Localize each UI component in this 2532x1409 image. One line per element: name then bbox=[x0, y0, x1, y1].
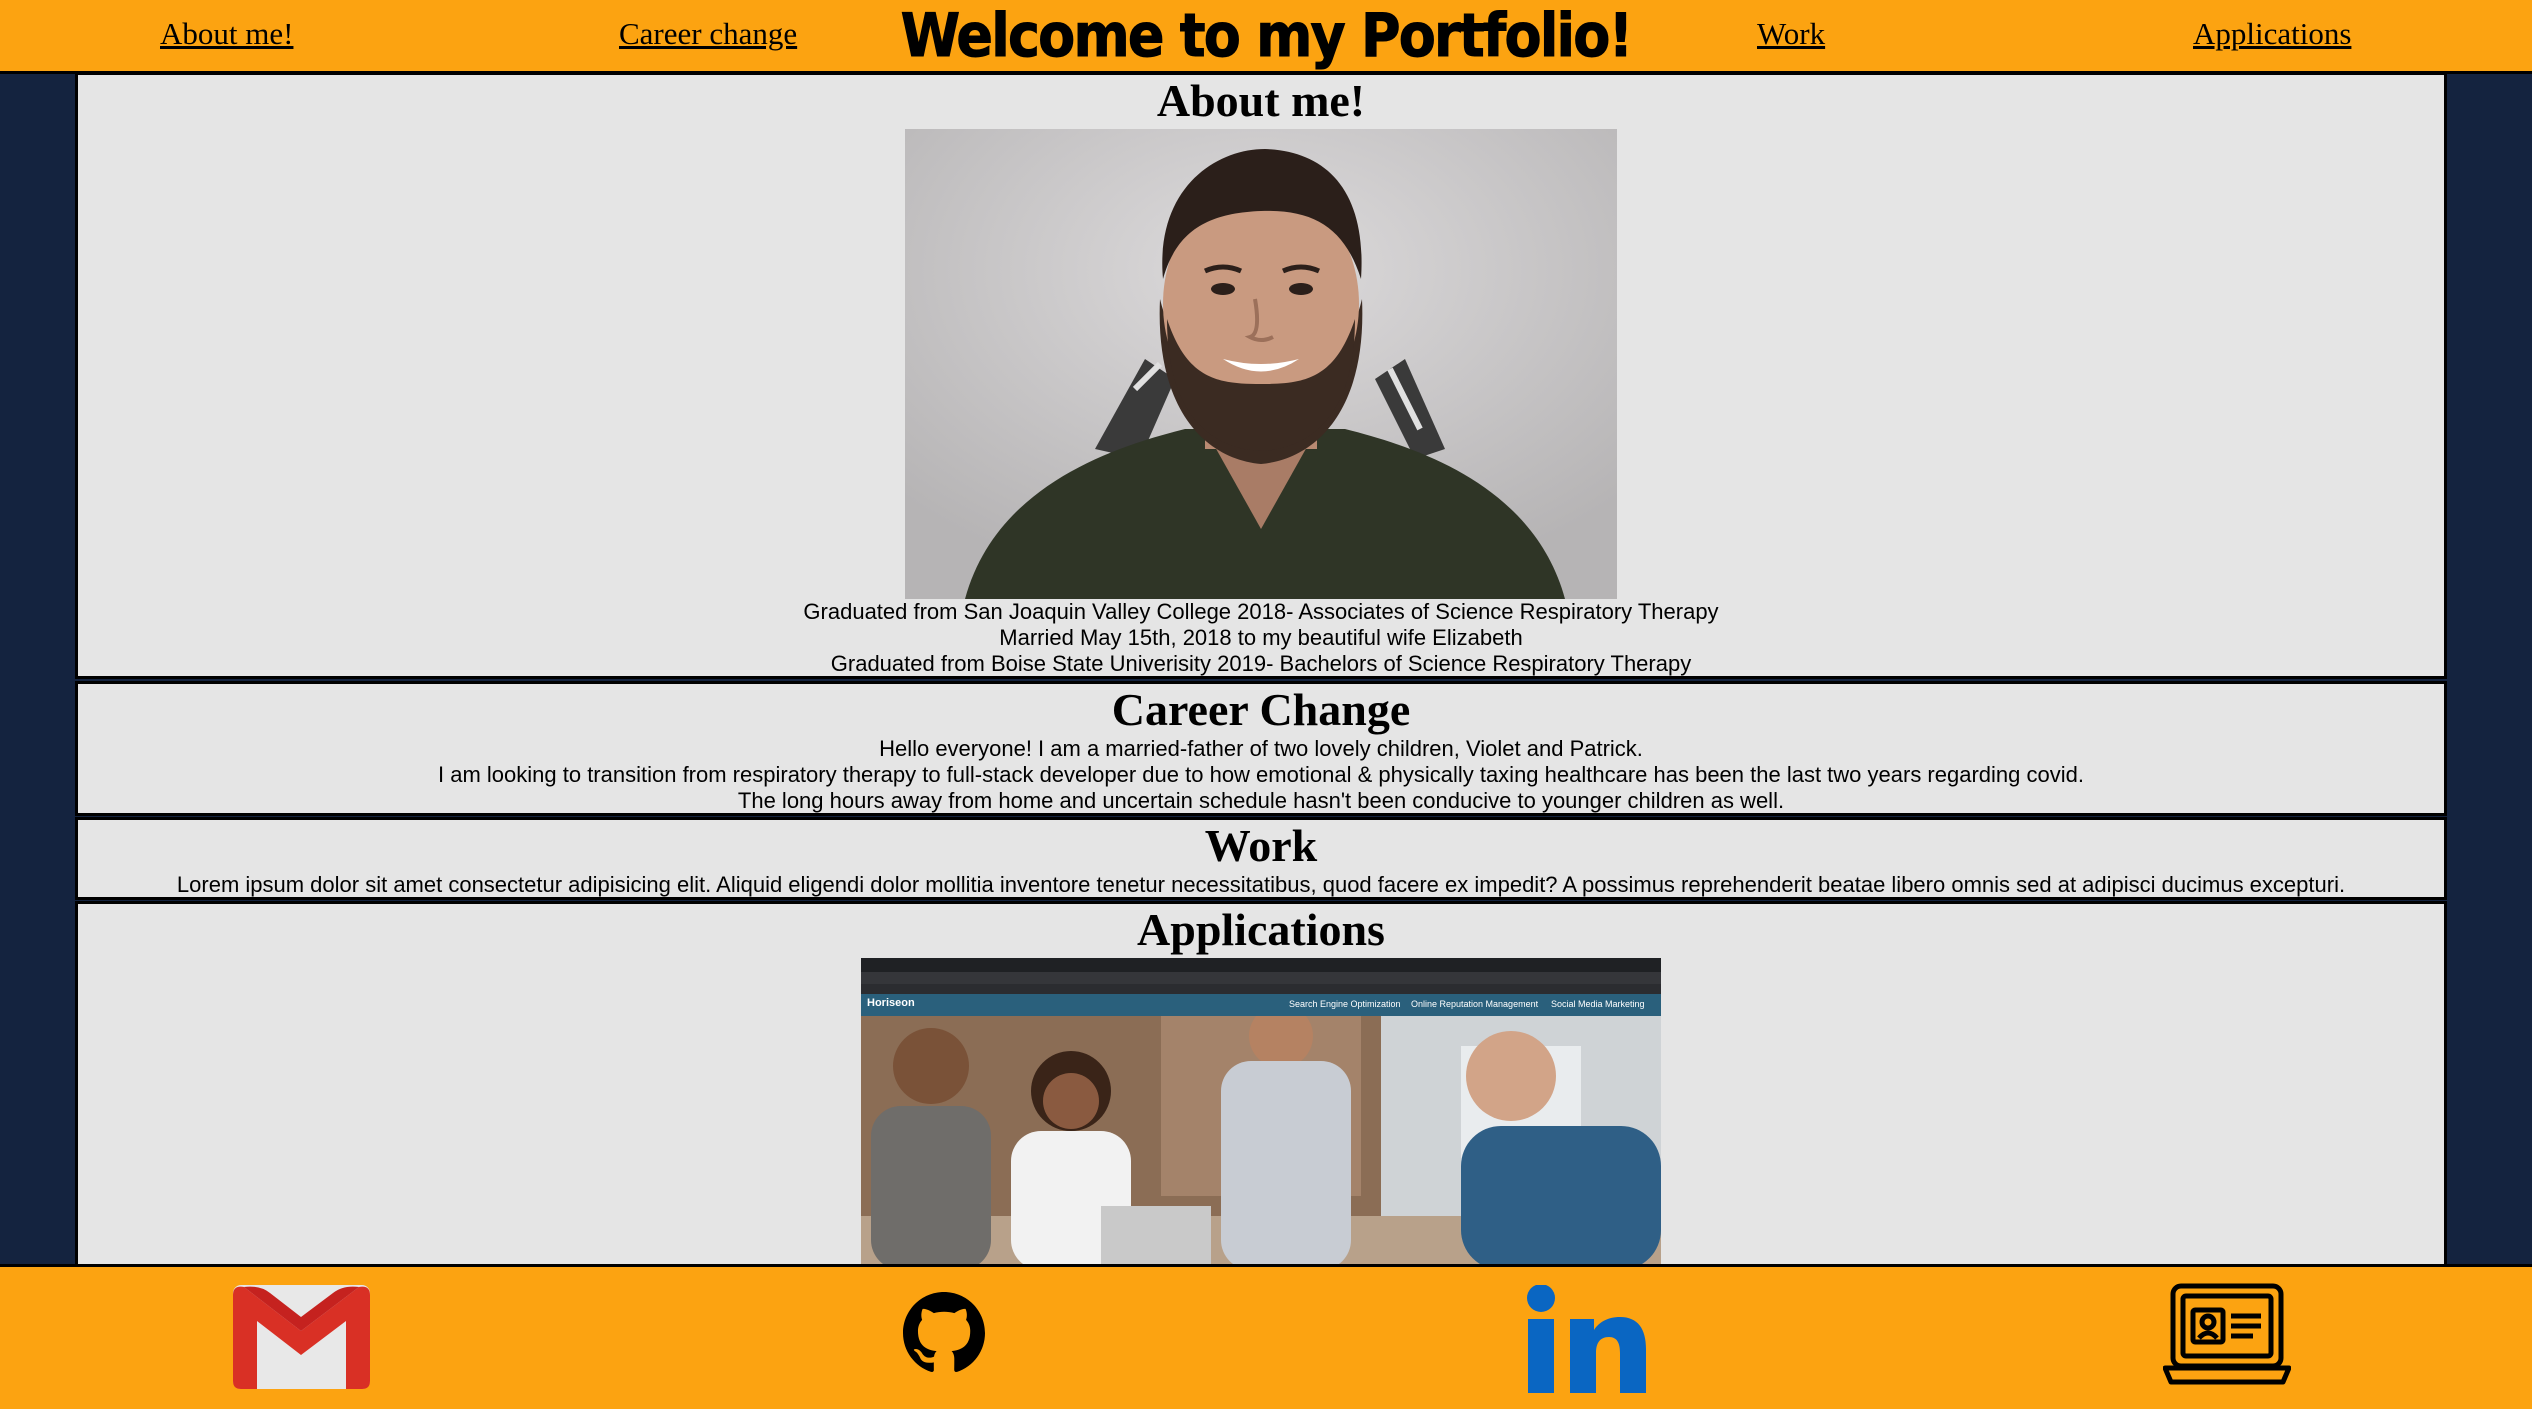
career-section: Career Change Hello everyone! I am a mar… bbox=[75, 681, 2447, 816]
about-heading: About me! bbox=[1156, 75, 1366, 126]
career-line: Hello everyone! I am a married-father of… bbox=[879, 736, 1643, 761]
app-brand: Horiseon bbox=[867, 997, 915, 1009]
applications-section: Applications Horiseon Search Engine Opti… bbox=[75, 901, 2447, 1271]
github-icon[interactable] bbox=[903, 1292, 985, 1379]
about-line: Married May 15th, 2018 to my beautiful w… bbox=[999, 625, 1523, 650]
career-line: I am looking to transition from respirat… bbox=[438, 762, 2084, 787]
top-nav: About me! Career change Welcome to my Po… bbox=[0, 0, 2532, 74]
footer bbox=[0, 1264, 2532, 1409]
site-title: Welcome to my Portfolio! bbox=[900, 1, 1634, 71]
browser-tab-bar bbox=[861, 958, 1661, 972]
app-nav-item: Social Media Marketing bbox=[1551, 999, 1645, 1009]
about-line: Graduated from San Joaquin Valley Colleg… bbox=[803, 599, 1719, 624]
gmail-icon[interactable] bbox=[233, 1285, 370, 1394]
nav-link-applications[interactable]: Applications bbox=[2193, 16, 2351, 52]
work-section: Work Lorem ipsum dolor sit amet consecte… bbox=[75, 817, 2447, 900]
about-section: About me! Graduated from San Joaquin Val… bbox=[75, 72, 2447, 679]
nav-link-work[interactable]: Work bbox=[1757, 16, 1825, 52]
career-line: The long hours away from home and uncert… bbox=[737, 788, 1785, 813]
portrait-illustration bbox=[905, 129, 1617, 599]
application-screenshot[interactable]: Horiseon Search Engine Optimization Onli… bbox=[861, 958, 1661, 1268]
career-heading: Career Change bbox=[1111, 684, 1411, 735]
app-site-header: Horiseon Search Engine Optimization Onli… bbox=[861, 994, 1661, 1016]
work-heading: Work bbox=[1204, 820, 1318, 871]
work-text: Lorem ipsum dolor sit amet consectetur a… bbox=[176, 872, 2346, 897]
browser-address-bar bbox=[861, 972, 1661, 984]
browser-bookmarks-bar bbox=[861, 984, 1661, 994]
app-hero-image bbox=[861, 1016, 1661, 1268]
app-nav-item: Online Reputation Management bbox=[1411, 999, 1539, 1009]
linkedin-icon[interactable] bbox=[1526, 1284, 1646, 1398]
portrait-photo bbox=[905, 129, 1617, 599]
app-nav-item: Search Engine Optimization bbox=[1289, 999, 1401, 1009]
applications-heading: Applications bbox=[1137, 904, 1385, 955]
resume-icon[interactable] bbox=[2162, 1282, 2292, 1393]
about-line: Graduated from Boise State Univerisity 2… bbox=[830, 651, 1692, 676]
